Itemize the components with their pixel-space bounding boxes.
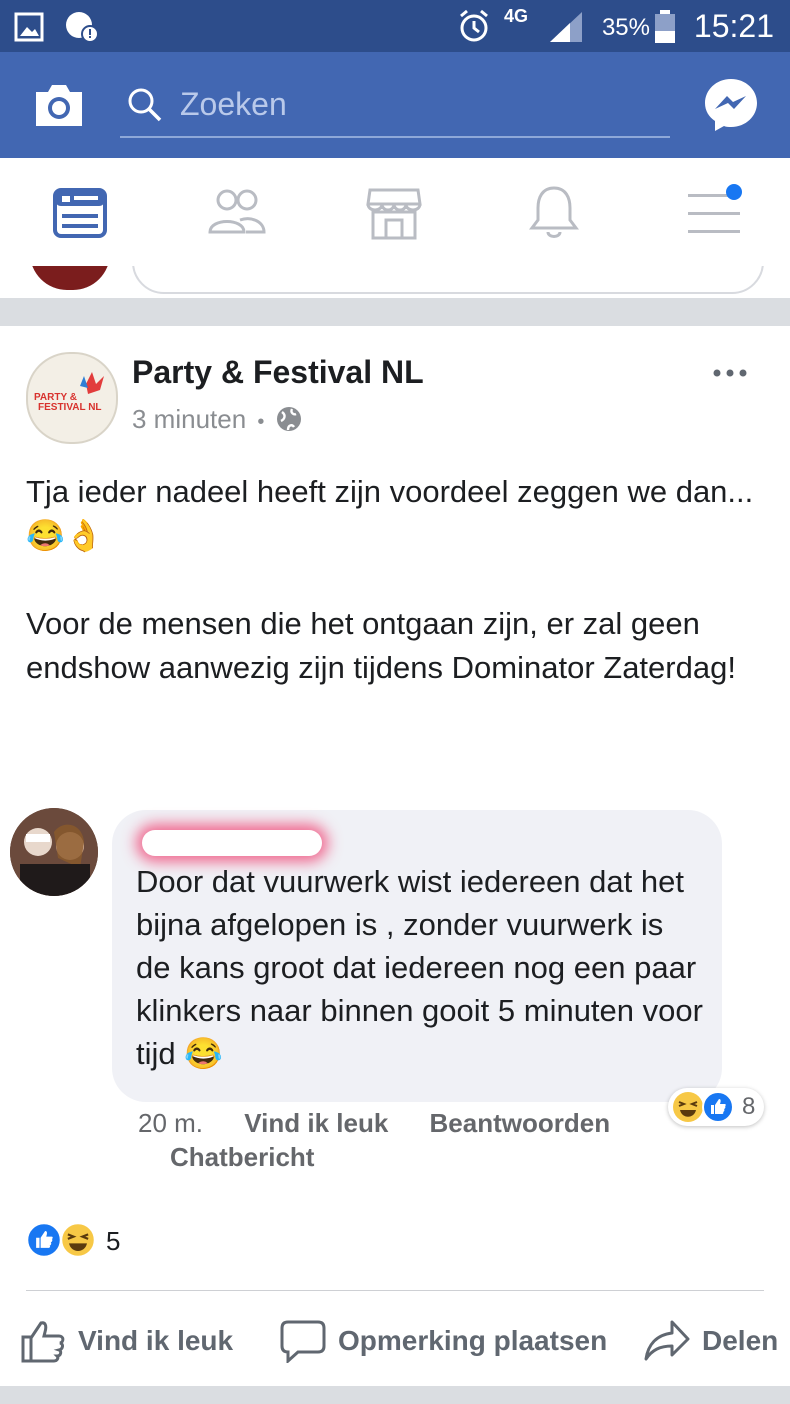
- search-icon[interactable]: [126, 86, 164, 124]
- messenger-notification-icon: [66, 12, 99, 43]
- thumbs-up-icon: [21, 1321, 65, 1363]
- time-separator: •: [257, 411, 265, 433]
- share-button[interactable]: Delen: [644, 1316, 778, 1366]
- page-name[interactable]: Party & Festival NL: [132, 354, 424, 391]
- comment-time: 20 m.: [138, 1108, 204, 1138]
- commenter-avatar[interactable]: [10, 808, 98, 896]
- search-input[interactable]: Zoeken: [180, 86, 287, 123]
- post-reaction-count: 5: [106, 1226, 121, 1256]
- post-body: Tja ieder nadeel heeft zijn voordeel zeg…: [26, 470, 766, 734]
- like-button[interactable]: Vind ik leuk: [20, 1316, 233, 1366]
- like-button-label: Vind ik leuk: [78, 1325, 234, 1356]
- post-text-paragraph-1: Tja ieder nadeel heeft zijn voordeel zeg…: [26, 474, 754, 553]
- like-reaction-icon: [26, 1222, 62, 1258]
- comment-reply-link[interactable]: Beantwoorden: [430, 1108, 611, 1138]
- camera-icon[interactable]: [32, 82, 86, 128]
- comment-message-link[interactable]: Chatbericht: [170, 1142, 314, 1173]
- comment-like-link[interactable]: Vind ik leuk: [244, 1108, 388, 1138]
- comment-reactions[interactable]: 8: [668, 1088, 764, 1126]
- comment-button[interactable]: Opmerking plaatsen: [280, 1316, 607, 1366]
- marketplace-tab-icon[interactable]: [364, 182, 424, 242]
- signal-icon: [550, 12, 582, 42]
- globe-icon: [276, 407, 301, 431]
- logo-text-bottom: FESTIVAL NL: [38, 402, 102, 413]
- like-reaction-icon: [702, 1091, 734, 1123]
- gallery-icon: [14, 12, 44, 42]
- commenter-photo: [10, 808, 98, 896]
- page-logo: PARTY & FESTIVAL NL: [34, 372, 104, 413]
- post-timestamp[interactable]: 3 minuten •: [132, 404, 302, 435]
- battery-percentage: 35%: [601, 14, 650, 41]
- share-icon: [644, 1320, 690, 1361]
- comment-icon: [280, 1320, 326, 1363]
- share-button-label: Delen: [702, 1325, 779, 1356]
- previous-post-peek: [0, 266, 790, 298]
- page-avatar[interactable]: PARTY & FESTIVAL NL: [26, 352, 118, 444]
- messenger-icon[interactable]: [702, 76, 760, 134]
- tab-bar: [0, 158, 790, 267]
- news-feed-tab-icon[interactable]: [50, 182, 110, 242]
- comment-reaction-count: 8: [742, 1093, 756, 1120]
- alarm-icon: [460, 9, 488, 42]
- comment-text: Door dat vuurwerk wist iedereen dat het …: [136, 864, 703, 1071]
- more-options-icon[interactable]: [710, 364, 750, 382]
- network-type: 4G: [503, 6, 528, 26]
- friends-tab-icon[interactable]: [206, 182, 266, 242]
- commenter-name-redacted: [142, 830, 322, 856]
- composer-avatar: [30, 266, 110, 290]
- post-time-text: 3 minuten: [132, 404, 247, 434]
- feed-separator: [0, 298, 790, 326]
- battery-icon: [655, 10, 675, 43]
- composer-input[interactable]: [132, 266, 764, 294]
- comment-button-label: Opmerking plaatsen: [338, 1325, 608, 1356]
- comment-actions: 20 m. Vind ik leuk Beantwoorden: [138, 1108, 644, 1139]
- haha-reaction-icon: [60, 1222, 96, 1258]
- clock: 15:21: [693, 8, 774, 44]
- top-bar: Zoeken: [0, 52, 790, 158]
- haha-reaction-icon: [673, 1092, 703, 1122]
- status-bar: 4G 35% 15:21: [0, 0, 790, 52]
- feed-separator-bottom: [0, 1386, 790, 1404]
- notifications-tab-icon[interactable]: [524, 182, 584, 242]
- search-underline: [120, 136, 670, 138]
- menu-tab-icon[interactable]: [684, 182, 744, 242]
- actions-divider: [26, 1290, 764, 1291]
- post-text-paragraph-2: Voor de mensen die het ontgaan zijn, er …: [26, 606, 736, 685]
